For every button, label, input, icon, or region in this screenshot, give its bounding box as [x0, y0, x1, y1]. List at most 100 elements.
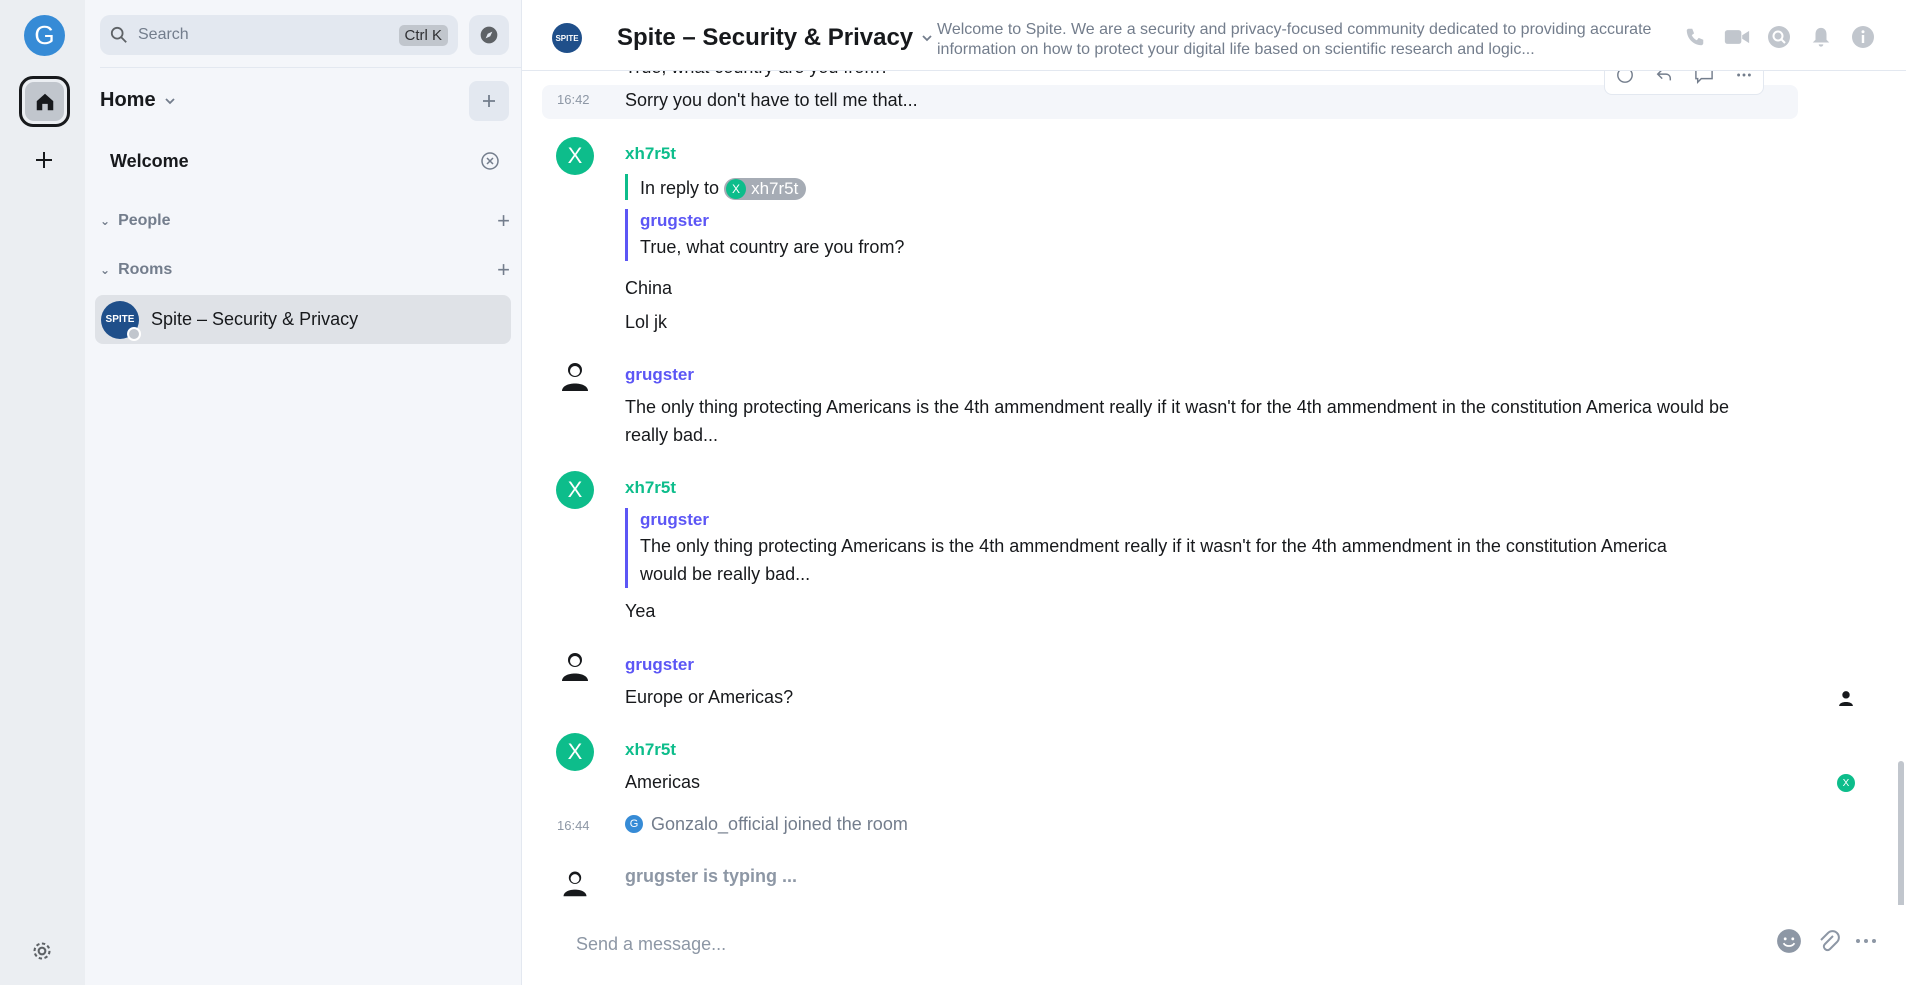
read-receipt-avatar[interactable]: X [1837, 774, 1855, 792]
reply-icon[interactable] [1655, 71, 1673, 84]
sender-name[interactable]: xh7r5t [625, 478, 676, 498]
sender-name[interactable]: xh7r5t [625, 144, 676, 164]
home-context-menu[interactable]: Home [100, 89, 176, 112]
room-search-button[interactable] [1766, 24, 1792, 50]
room-topic[interactable]: Welcome to Spite. We are a security and … [937, 20, 1667, 60]
voice-call-button[interactable] [1682, 24, 1708, 50]
compass-icon [480, 26, 498, 44]
quick-settings-button[interactable] [29, 938, 55, 964]
room-avatar-text: SPITE [105, 314, 135, 325]
create-space-button[interactable] [29, 145, 59, 175]
message-body: China [625, 278, 673, 298]
message-composer: Send a message... [522, 905, 1906, 985]
message-body: Europe or Americas? [625, 687, 794, 707]
quoted-message[interactable]: grugster True, what country are you from… [625, 209, 1525, 261]
home-title: Home [100, 89, 156, 111]
user-pill[interactable]: Xxh7r5t [724, 178, 807, 201]
sender-avatar[interactable] [556, 357, 594, 395]
add-room-button[interactable] [469, 81, 509, 121]
avatar-letter: X [567, 143, 583, 168]
home-space-button[interactable] [19, 76, 70, 127]
search-input[interactable]: Search Ctrl K [100, 15, 458, 55]
plus-icon [483, 95, 495, 107]
room-header: SPITE Spite – Security & Privacy Welcome… [522, 0, 1906, 71]
room-title: Spite – Security & Privacy [617, 24, 914, 51]
message-body: The only thing protecting Americans is t… [625, 397, 1729, 445]
emoji-icon[interactable] [1776, 928, 1802, 954]
sender-avatar[interactable]: X [556, 137, 594, 175]
avatar-letter: G [629, 818, 639, 830]
sender-avatar[interactable]: X [556, 471, 594, 509]
composer-tools [1776, 928, 1878, 954]
add-room-section-button[interactable]: + [497, 257, 510, 283]
user-menu-avatar[interactable]: G [24, 15, 65, 56]
event-timestamp: 16:44 [557, 818, 590, 833]
more-options-icon[interactable] [1854, 929, 1878, 953]
video-camera-icon [1724, 30, 1750, 44]
member-avatar[interactable]: G [625, 815, 643, 833]
room-header-avatar-text: SPITE [555, 33, 579, 43]
attachment-icon[interactable] [1816, 928, 1840, 954]
section-label-people: People [118, 212, 171, 229]
chevron-down-icon: ⌄ [100, 214, 111, 228]
plus-icon [36, 152, 52, 168]
room-title-menu[interactable]: Spite – Security & Privacy [617, 24, 933, 52]
read-receipt-avatar[interactable] [1837, 689, 1855, 707]
section-header-rooms[interactable]: ⌄ Rooms + [100, 257, 510, 283]
quote-sender: grugster [640, 510, 709, 529]
pill-avatar: X [726, 179, 747, 200]
room-list-panel: Search Ctrl K Home Welcome ⌄ People + ⌄ … [85, 0, 522, 985]
chevron-down-icon [922, 35, 932, 42]
room-info-button[interactable] [1850, 24, 1876, 50]
welcome-tile[interactable]: Welcome [110, 146, 500, 176]
quote-text: True, what country are you from? [640, 237, 905, 257]
room-list-divider [100, 67, 521, 68]
quoted-message[interactable]: grugster The only thing protecting Ameri… [625, 508, 1695, 588]
add-person-button[interactable]: + [497, 208, 510, 234]
search-shortcut: Ctrl K [398, 24, 448, 46]
composer-input[interactable]: Send a message... [576, 934, 726, 955]
phone-icon [1686, 28, 1704, 46]
sender-name[interactable]: xh7r5t [625, 740, 676, 760]
reply-prefix: In reply to [640, 178, 720, 198]
message-body: Yea [625, 601, 656, 621]
timeline-scrollbar[interactable] [1898, 761, 1904, 905]
quote-sender: grugster [640, 211, 709, 230]
video-call-button[interactable] [1724, 24, 1750, 50]
user-silhouette-icon [562, 653, 588, 681]
more-options-icon[interactable] [1735, 71, 1753, 84]
typing-indicator: grugster is typing ... [625, 866, 798, 886]
typing-avatar [556, 864, 594, 902]
search-icon [1768, 26, 1790, 48]
search-placeholder: Search [138, 26, 189, 43]
partial-message: True, what country are you from? [625, 71, 889, 81]
notifications-button[interactable] [1808, 24, 1834, 50]
room-tile-name: Spite – Security & Privacy [151, 309, 359, 329]
user-avatar-initial: G [34, 20, 55, 50]
user-silhouette-icon [562, 363, 588, 391]
sender-avatar[interactable]: X [556, 733, 594, 771]
message-timeline[interactable]: True, what country are you from? 16:42 S… [522, 71, 1906, 905]
sender-avatar[interactable] [556, 647, 594, 685]
bell-icon [1812, 27, 1830, 47]
user-silhouette-icon [563, 871, 587, 897]
close-icon[interactable] [480, 151, 500, 171]
user-silhouette-icon [1839, 691, 1853, 706]
info-icon [1852, 26, 1874, 48]
room-tile-spite[interactable]: SPITE Spite – Security & Privacy [95, 295, 511, 344]
gear-icon [33, 942, 51, 960]
sender-name[interactable]: grugster [625, 365, 694, 385]
chevron-down-icon [164, 97, 175, 104]
message-timestamp: 16:42 [557, 92, 590, 107]
home-icon [36, 93, 53, 110]
explore-rooms-button[interactable] [469, 15, 509, 55]
thread-icon[interactable] [1694, 71, 1714, 84]
chevron-down-icon: ⌄ [100, 263, 111, 277]
space-bar: G [0, 0, 85, 985]
react-icon[interactable] [1616, 71, 1634, 84]
reply-preview[interactable]: In reply to Xxh7r5t [625, 174, 807, 201]
room-avatar: SPITE [101, 300, 141, 341]
sender-name[interactable]: grugster [625, 655, 694, 675]
section-header-people[interactable]: ⌄ People + [100, 208, 510, 234]
room-header-avatar[interactable]: SPITE [552, 23, 582, 53]
